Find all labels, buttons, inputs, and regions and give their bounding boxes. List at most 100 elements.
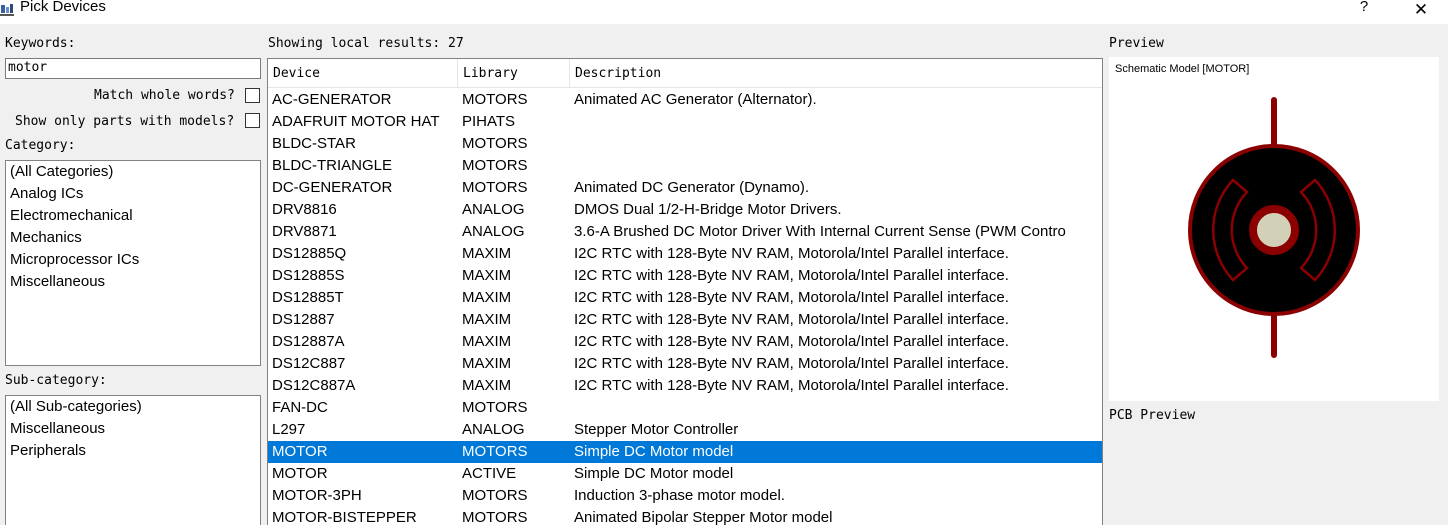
table-row[interactable]: DC-GENERATOR MOTORS Animated DC Generator … xyxy=(268,177,1102,199)
keywords-label: Keywords: xyxy=(5,36,76,51)
cell-device: MOTOR-BISTEPPER xyxy=(272,509,417,525)
table-row[interactable]: BLDC-STAR MOTORS xyxy=(268,133,1102,155)
cell-library: MAXIM xyxy=(462,355,512,372)
cell-description: Animated Bipolar Stepper Motor model xyxy=(574,509,833,525)
cell-device: FAN-DC xyxy=(272,399,328,416)
table-row[interactable]: MOTOR MOTORS Simple DC Motor model xyxy=(268,441,1102,463)
subcategory-item[interactable]: (All Sub-categories) xyxy=(6,396,260,418)
cell-description: Simple DC Motor model xyxy=(574,443,734,460)
category-item[interactable]: Analog ICs xyxy=(6,183,260,205)
results-table[interactable]: Device Library Description AC-GENERATOR M… xyxy=(267,58,1103,525)
cell-description xyxy=(574,133,1102,155)
window-title: Pick Devices xyxy=(20,0,106,15)
subcategory-item[interactable]: Miscellaneous xyxy=(6,418,260,440)
cell-device: DS12885S xyxy=(272,267,345,284)
table-row[interactable]: DS12885Q MAXIM I2C RTC with 128-Byte NV RA… xyxy=(268,243,1102,265)
table-row[interactable]: DRV8871 ANALOG 3.6-A Brushed DC Motor Driv… xyxy=(268,221,1102,243)
cell-description: 3.6-A Brushed DC Motor Driver With Inter… xyxy=(574,223,1066,240)
cell-description xyxy=(574,397,1102,419)
table-header: Device Library Description xyxy=(268,59,1102,88)
cell-library: MOTORS xyxy=(462,157,528,174)
cell-library: PIHATS xyxy=(462,113,516,130)
cell-device: DC-GENERATOR xyxy=(272,179,393,196)
cell-library: MAXIM xyxy=(462,333,512,350)
table-row[interactable]: DS12885S MAXIM I2C RTC with 128-Byte NV RA… xyxy=(268,265,1102,287)
subcategory-item[interactable]: Peripherals xyxy=(6,440,260,462)
cell-device: MOTOR-3PH xyxy=(272,487,362,504)
cell-description: I2C RTC with 128-Byte NV RAM, Motorola/I… xyxy=(574,267,1009,284)
table-row[interactable]: DS12C887 MAXIM I2C RTC with 128-Byte NV RA… xyxy=(268,353,1102,375)
cell-library: MAXIM xyxy=(462,311,512,328)
show-only-models-checkbox[interactable] xyxy=(245,113,260,128)
cell-device: ADAFRUIT MOTOR HAT xyxy=(272,113,440,130)
cell-description: Animated DC Generator (Dynamo). xyxy=(574,179,810,196)
table-row[interactable]: MOTOR ACTIVE Simple DC Motor model xyxy=(268,463,1102,485)
category-item[interactable]: Electromechanical xyxy=(6,205,260,227)
table-row[interactable]: FAN-DC MOTORS xyxy=(268,397,1102,419)
results-status: Showing local results: 27 xyxy=(268,36,464,51)
table-row[interactable]: DRV8816 ANALOG DMOS Dual 1/2-H-Bridge Moto… xyxy=(268,199,1102,221)
cell-device: L297 xyxy=(272,421,306,438)
table-row[interactable]: DS12887A MAXIM I2C RTC with 128-Byte NV RA… xyxy=(268,331,1102,353)
preview-label: Preview xyxy=(1109,36,1164,51)
table-row[interactable]: ADAFRUIT MOTOR HAT PIHATS xyxy=(268,111,1102,133)
category-item[interactable]: Microprocessor ICs xyxy=(6,249,260,271)
help-button[interactable]: ? xyxy=(1356,0,1372,16)
table-row[interactable]: MOTOR-BISTEPPER MOTORS Animated Bipolar St… xyxy=(268,507,1102,525)
cell-library: ANALOG xyxy=(462,201,525,218)
table-row[interactable]: DS12C887A MAXIM I2C RTC with 128-Byte NV R… xyxy=(268,375,1102,397)
cell-library: ANALOG xyxy=(462,223,525,240)
cell-description: I2C RTC with 128-Byte NV RAM, Motorola/I… xyxy=(574,333,1009,350)
cell-description: I2C RTC with 128-Byte NV RAM, Motorola/I… xyxy=(574,355,1009,372)
cell-description: Stepper Motor Controller xyxy=(574,421,739,438)
cell-library: ACTIVE xyxy=(462,465,517,482)
cell-library: MOTORS xyxy=(462,443,528,460)
pcb-preview-label: PCB Preview xyxy=(1109,408,1196,423)
subcategory-list[interactable]: (All Sub-categories) Miscellaneous Perip… xyxy=(5,395,261,525)
cell-library: MOTORS xyxy=(462,179,528,196)
category-label: Category: xyxy=(5,138,76,153)
table-row[interactable]: L297 ANALOG Stepper Motor Controller xyxy=(268,419,1102,441)
cell-description xyxy=(574,111,1102,133)
cell-device: BLDC-STAR xyxy=(272,135,356,152)
close-button[interactable]: ✕ xyxy=(1410,0,1432,19)
cell-device: BLDC-TRIANGLE xyxy=(272,157,393,174)
column-header-library[interactable]: Library xyxy=(458,59,570,88)
cell-library: MAXIM xyxy=(462,289,512,306)
cell-device: DS12887A xyxy=(272,333,345,350)
motor-symbol-icon xyxy=(1188,97,1360,358)
match-whole-words-checkbox[interactable] xyxy=(245,88,260,103)
cell-description: I2C RTC with 128-Byte NV RAM, Motorola/I… xyxy=(574,311,1009,328)
category-item[interactable]: Mechanics xyxy=(6,227,260,249)
title-bar: Pick Devices ? ✕ xyxy=(0,0,1448,24)
cell-library: MAXIM xyxy=(462,245,512,262)
cell-library: MOTORS xyxy=(462,509,528,525)
category-list[interactable]: (All Categories) Analog ICs Electromecha… xyxy=(5,160,261,366)
column-header-device[interactable]: Device xyxy=(268,59,458,88)
table-body: AC-GENERATOR MOTORS Animated AC Generator … xyxy=(268,89,1102,525)
cell-description: Animated AC Generator (Alternator). xyxy=(574,91,817,108)
cell-description xyxy=(574,155,1102,177)
schematic-preview: Schematic Model [MOTOR] xyxy=(1109,57,1439,401)
keywords-input[interactable]: motor xyxy=(5,58,261,79)
category-item[interactable]: Miscellaneous xyxy=(6,271,260,293)
cell-device: AC-GENERATOR xyxy=(272,91,392,108)
column-header-description[interactable]: Description xyxy=(570,59,1102,88)
show-only-models-label: Show only parts with models? xyxy=(15,114,235,129)
match-whole-words-label: Match whole words? xyxy=(94,88,235,103)
cell-library: ANALOG xyxy=(462,421,525,438)
table-row[interactable]: AC-GENERATOR MOTORS Animated AC Generator … xyxy=(268,89,1102,111)
cell-device: DS12885Q xyxy=(272,245,347,262)
table-row[interactable]: MOTOR-3PH MOTORS Induction 3-phase motor m… xyxy=(268,485,1102,507)
cell-description: Simple DC Motor model xyxy=(574,465,734,482)
table-row[interactable]: DS12885T MAXIM I2C RTC with 128-Byte NV RA… xyxy=(268,287,1102,309)
cell-library: MOTORS xyxy=(462,399,528,416)
table-row[interactable]: BLDC-TRIANGLE MOTORS xyxy=(268,155,1102,177)
table-row[interactable]: DS12887 MAXIM I2C RTC with 128-Byte NV RAM… xyxy=(268,309,1102,331)
subcategory-label: Sub-category: xyxy=(5,373,107,388)
cell-device: DRV8816 xyxy=(272,201,337,218)
cell-device: DS12C887 xyxy=(272,355,346,372)
category-item[interactable]: (All Categories) xyxy=(6,161,260,183)
cell-description: Induction 3-phase motor model. xyxy=(574,487,785,504)
cell-description: I2C RTC with 128-Byte NV RAM, Motorola/I… xyxy=(574,245,1009,262)
